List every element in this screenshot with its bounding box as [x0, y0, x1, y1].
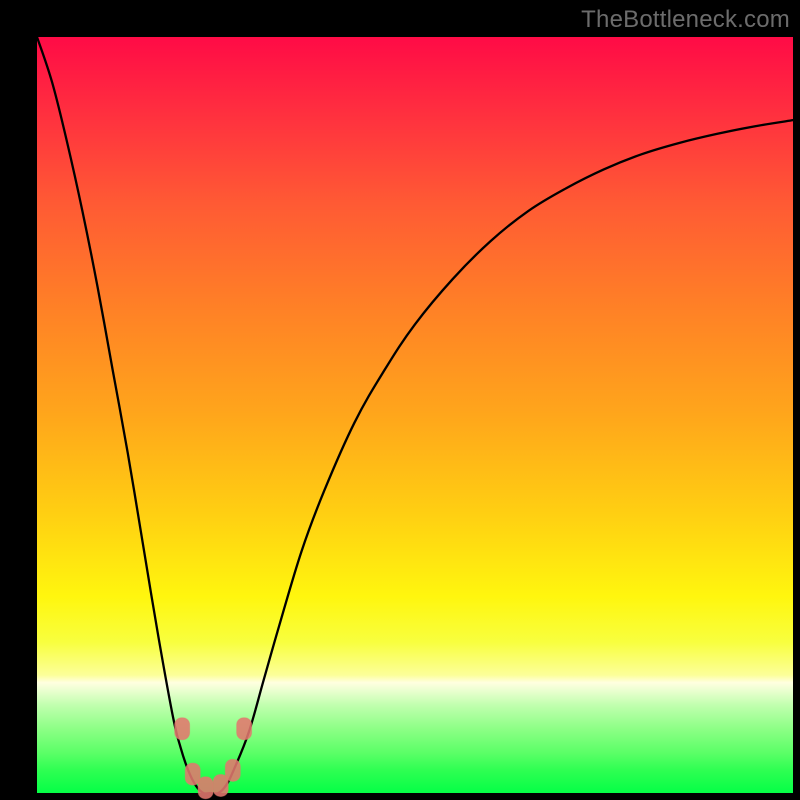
chart-svg	[37, 37, 793, 793]
watermark-text: TheBottleneck.com	[581, 6, 790, 34]
bottleneck-curve	[37, 37, 793, 794]
curve-marker	[237, 718, 252, 740]
curve-marker	[198, 777, 213, 799]
markers-group	[175, 718, 252, 799]
curve-marker	[225, 759, 240, 781]
chart-frame: TheBottleneck.com	[0, 0, 800, 800]
curve-marker	[175, 718, 190, 740]
plot-area	[37, 37, 793, 793]
